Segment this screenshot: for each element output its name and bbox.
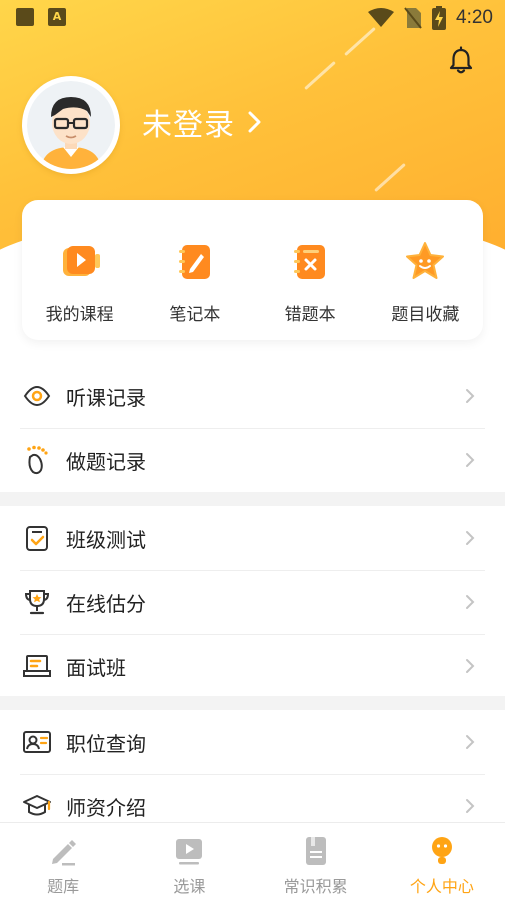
tab-label: 常识积累 xyxy=(283,877,348,896)
video-course-icon xyxy=(62,246,100,276)
wifi-icon xyxy=(368,8,395,27)
bell-icon[interactable] xyxy=(446,46,476,76)
id-card-icon xyxy=(23,731,51,753)
status-bar: A 4:20 xyxy=(0,0,505,36)
section-divider xyxy=(0,492,505,506)
trophy-icon xyxy=(24,590,50,615)
battery-charging-icon xyxy=(432,6,447,30)
chevron-right-icon xyxy=(466,531,475,545)
chevron-right-icon xyxy=(466,453,475,467)
menu-item-label: 职位查询 xyxy=(66,731,146,756)
login-link[interactable]: 未登录 xyxy=(142,100,263,144)
eye-icon xyxy=(23,385,51,407)
chevron-right-icon xyxy=(248,111,261,133)
play-video-icon xyxy=(176,839,203,865)
quick-action-label: 题目收藏 xyxy=(391,305,460,325)
checklist-icon xyxy=(26,526,48,551)
menu-item-online-score-estimate[interactable]: 在线估分 xyxy=(0,570,505,634)
notification-app-icon: A xyxy=(48,8,66,26)
avatar-person-icon xyxy=(27,81,115,169)
quick-action-favorites[interactable]: 题目收藏 xyxy=(368,200,483,340)
chevron-right-icon xyxy=(466,735,475,749)
chevron-right-icon xyxy=(466,659,475,673)
status-time: 4:20 xyxy=(456,7,493,28)
graduation-cap-icon xyxy=(23,795,51,816)
notification-square-icon xyxy=(16,8,34,26)
tab-personal-center[interactable]: 个人中心 xyxy=(379,823,505,900)
tab-label: 题库 xyxy=(47,877,80,896)
login-text: 未登录 xyxy=(142,108,235,143)
screen: A 4:20 未登录 我的课程 笔记本 错题本 题目收藏 听课记录 做题记录 班… xyxy=(0,0,505,900)
menu-item-position-search[interactable]: 职位查询 xyxy=(0,710,505,774)
pencil-icon xyxy=(52,840,77,866)
tab-label: 选课 xyxy=(173,877,206,896)
tab-question-bank[interactable]: 题库 xyxy=(0,823,126,900)
notebook-pen-icon xyxy=(178,245,210,279)
menu-item-label: 在线估分 xyxy=(66,591,146,616)
menu-group-tests: 班级测试 在线估分 面试班 xyxy=(0,506,505,698)
menu-item-class-test[interactable]: 班级测试 xyxy=(0,506,505,570)
tab-course-selection[interactable]: 选课 xyxy=(126,823,252,900)
quick-action-label: 错题本 xyxy=(284,305,336,325)
bottom-tab-bar: 题库 选课 常识积累 个人中心 xyxy=(0,822,505,900)
quick-actions-card: 我的课程 笔记本 错题本 题目收藏 xyxy=(22,200,483,340)
footprint-icon xyxy=(27,445,48,475)
quick-action-notebook[interactable]: 笔记本 xyxy=(137,200,252,340)
star-favorite-icon xyxy=(406,242,445,279)
menu-item-label: 师资介绍 xyxy=(66,795,146,820)
menu-item-label: 班级测试 xyxy=(66,527,146,552)
tab-label: 个人中心 xyxy=(409,877,474,896)
quick-action-label: 笔记本 xyxy=(169,305,221,325)
menu-item-interview-class[interactable]: 面试班 xyxy=(0,634,505,698)
menu-item-label: 面试班 xyxy=(66,655,126,680)
person-icon xyxy=(431,837,452,864)
chevron-right-icon xyxy=(466,389,475,403)
document-icon xyxy=(305,837,326,865)
menu-group-records: 听课记录 做题记录 xyxy=(0,364,505,492)
menu-item-practice-history[interactable]: 做题记录 xyxy=(0,428,505,492)
avatar[interactable] xyxy=(22,76,120,174)
laptop-icon xyxy=(23,655,51,677)
menu-item-label: 做题记录 xyxy=(66,449,146,474)
wrong-question-book-icon xyxy=(294,245,326,279)
no-sim-icon xyxy=(404,7,422,29)
section-divider xyxy=(0,696,505,710)
tab-knowledge[interactable]: 常识积累 xyxy=(253,823,379,900)
menu-group-info: 职位查询 师资介绍 xyxy=(0,710,505,838)
quick-action-label: 我的课程 xyxy=(45,305,114,325)
chevron-right-icon xyxy=(466,799,475,813)
menu-item-label: 听课记录 xyxy=(66,385,146,410)
menu-item-listening-history[interactable]: 听课记录 xyxy=(0,364,505,428)
quick-action-my-courses[interactable]: 我的课程 xyxy=(22,200,137,340)
quick-action-wrong-questions[interactable]: 错题本 xyxy=(253,200,368,340)
chevron-right-icon xyxy=(466,595,475,609)
